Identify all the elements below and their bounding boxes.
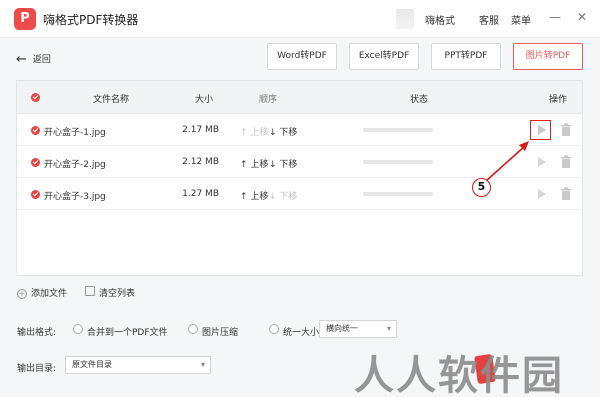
output-format-label: 输出格式:: [17, 328, 57, 338]
merge-option-label: 合并到一个PDF文件: [87, 328, 168, 338]
tab-word-to-pdf[interactable]: Word转PDF: [267, 43, 337, 70]
table-header: 文件名称 大小 顺序 状态 操作: [17, 81, 582, 114]
tab-ppt-to-pdf[interactable]: PPT转PDF: [431, 43, 501, 70]
output-dir-value: 原文件目录: [72, 360, 112, 369]
header-size: 大小: [195, 95, 214, 105]
step-number-badge: 5: [472, 178, 491, 197]
tab-excel-to-pdf[interactable]: Excel转PDF: [349, 43, 419, 70]
file-table: 文件名称 大小 顺序 状态 操作 开心盒子-1.jpg 2.17 MB ↑ 上移…: [16, 80, 583, 276]
service-menu[interactable]: 客服: [479, 12, 499, 27]
add-file-label: 添加文件: [31, 289, 68, 299]
row-checkbox[interactable]: [31, 158, 40, 167]
chevron-down-icon: ▾: [386, 324, 391, 333]
table-row: 开心盒子-3.jpg 1.27 MB ↑ 上移 ↓ 下移: [17, 178, 582, 210]
trash-icon: [85, 286, 95, 296]
move-down-button[interactable]: ↓ 下移: [269, 157, 297, 170]
move-up-button[interactable]: ↑ 上移: [240, 157, 268, 170]
play-highlight-box: [530, 120, 551, 140]
header-order: 顺序: [259, 95, 278, 105]
table-row: 开心盒子-1.jpg 2.17 MB ↑ 上移 ↓ 下移: [17, 114, 582, 146]
delete-trash-icon[interactable]: [560, 187, 572, 201]
compress-option-label: 图片压缩: [202, 328, 239, 338]
header-name: 文件名称: [93, 95, 130, 105]
back-label: 返回: [32, 55, 51, 65]
close-icon[interactable]: ✕: [574, 9, 590, 25]
merge-radio[interactable]: [73, 324, 83, 334]
app-title: 嗨格式PDF转换器: [43, 13, 139, 27]
brand-menu[interactable]: 嗨格式: [425, 12, 455, 27]
watermark-text: 人人软件园: [354, 353, 564, 397]
file-size: 2.12 MB: [182, 157, 219, 167]
title-bar: P 嗨格式PDF转换器 嗨格式 客服 菜单 — ✕: [0, 0, 600, 38]
move-down-button[interactable]: ↓ 下移: [269, 125, 297, 138]
status-progress: [363, 128, 433, 132]
file-name: 开心盒子-1.jpg: [44, 128, 106, 138]
clear-list-button[interactable]: 清空列表: [85, 286, 135, 299]
output-dir-label: 输出目录:: [17, 364, 57, 374]
convert-play-icon[interactable]: [534, 187, 548, 201]
uniform-size-label: 统一大小:: [283, 328, 323, 338]
table-row: 开心盒子-2.jpg 2.12 MB ↑ 上移 ↓ 下移: [17, 146, 582, 178]
chevron-down-icon: ▾: [200, 360, 205, 369]
uniform-size-select[interactable]: 横向统一 ▾: [319, 320, 397, 338]
select-all-checkbox[interactable]: [31, 93, 40, 102]
header-action: 操作: [549, 95, 568, 105]
uniform-size-radio[interactable]: [269, 324, 279, 334]
delete-trash-icon[interactable]: [560, 123, 572, 137]
delete-trash-icon[interactable]: [560, 155, 572, 169]
tab-image-to-pdf[interactable]: 图片转PDF: [513, 43, 583, 70]
file-size: 1.27 MB: [182, 189, 219, 199]
add-file-button[interactable]: + 添加文件: [17, 286, 67, 299]
app-logo: P: [14, 8, 36, 30]
file-name: 开心盒子-2.jpg: [44, 160, 106, 170]
uniform-size-value: 横向统一: [326, 324, 358, 333]
header-status: 状态: [410, 95, 429, 105]
row-checkbox[interactable]: [31, 190, 40, 199]
user-avatar[interactable]: [396, 9, 414, 29]
back-arrow-icon: ←: [16, 52, 27, 67]
plus-circle-icon: +: [17, 289, 27, 299]
status-progress: [363, 160, 433, 164]
back-button[interactable]: ← 返回: [16, 51, 51, 67]
clear-list-label: 清空列表: [99, 289, 136, 299]
file-name: 开心盒子-3.jpg: [44, 192, 106, 202]
convert-play-icon[interactable]: [534, 155, 548, 169]
minimize-icon[interactable]: —: [547, 9, 563, 25]
status-progress: [363, 192, 433, 196]
move-up-button[interactable]: ↑ 上移: [240, 125, 268, 138]
output-dir-select[interactable]: 原文件目录 ▾: [65, 356, 211, 374]
move-down-button[interactable]: ↓ 下移: [269, 189, 297, 202]
move-up-button[interactable]: ↑ 上移: [240, 189, 268, 202]
row-checkbox[interactable]: [31, 126, 40, 135]
main-menu[interactable]: 菜单: [511, 12, 531, 27]
file-size: 2.17 MB: [182, 125, 219, 135]
compress-radio[interactable]: [188, 324, 198, 334]
